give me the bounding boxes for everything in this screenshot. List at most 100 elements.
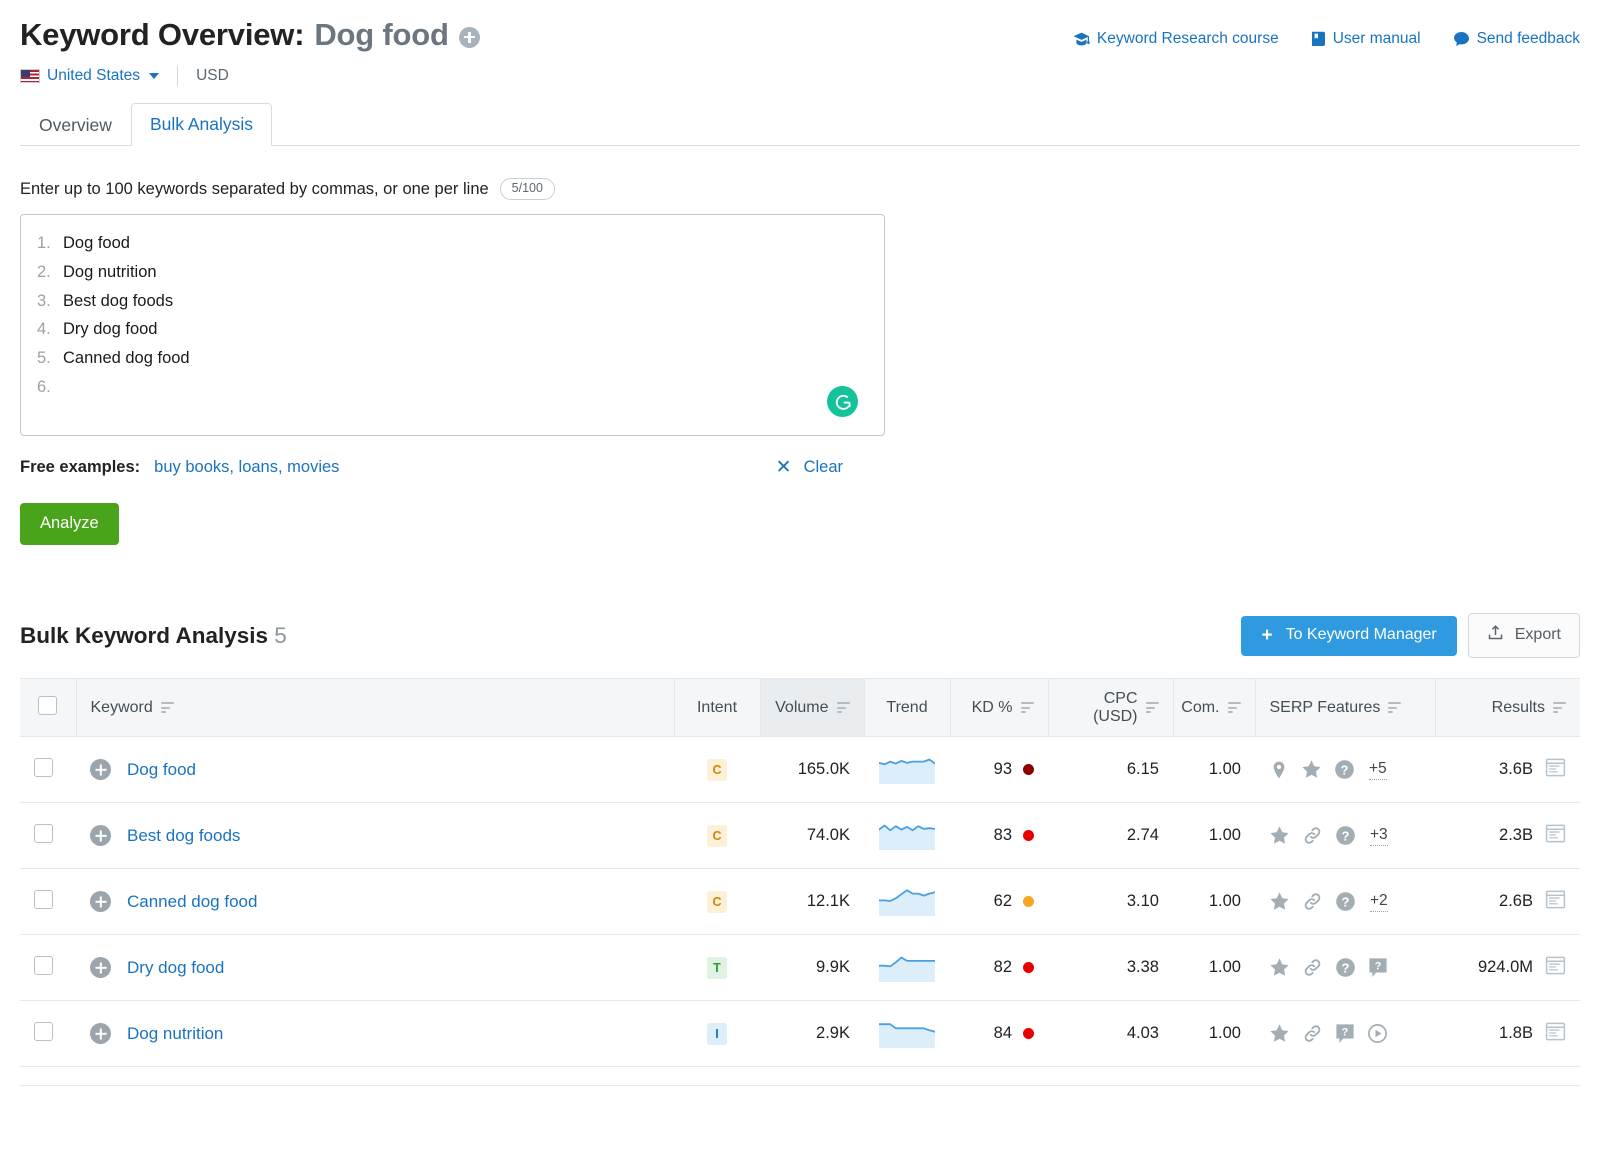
competition-cell: 1.00 bbox=[1173, 868, 1255, 936]
sort-icon[interactable] bbox=[1020, 702, 1034, 713]
header-keyword[interactable]: Keyword bbox=[76, 678, 675, 738]
trend-sparkline bbox=[878, 956, 936, 986]
header-cpc[interactable]: CPC (USD) bbox=[1048, 678, 1174, 738]
intent-badge[interactable]: C bbox=[707, 890, 727, 913]
chevron-down-icon bbox=[149, 73, 160, 80]
kd-cell: 83 bbox=[950, 802, 1048, 870]
competition-cell: 1.00 bbox=[1173, 736, 1255, 804]
serp-page-icon[interactable] bbox=[1545, 955, 1566, 981]
row-checkbox[interactable] bbox=[34, 823, 53, 843]
star-icon[interactable] bbox=[1269, 825, 1290, 846]
grammarly-g-icon[interactable] bbox=[827, 386, 858, 418]
video-play-icon[interactable] bbox=[1367, 1023, 1388, 1044]
star-icon[interactable] bbox=[1269, 957, 1290, 978]
line-number: 6. bbox=[37, 377, 51, 396]
serp-page-icon[interactable] bbox=[1545, 889, 1566, 915]
row-checkbox[interactable] bbox=[34, 955, 53, 975]
row-select-cell bbox=[20, 802, 76, 870]
link-icon[interactable] bbox=[1302, 1023, 1323, 1044]
add-keyword-icon[interactable] bbox=[90, 1023, 111, 1045]
intent-badge[interactable]: T bbox=[707, 956, 727, 979]
examples-link[interactable]: buy books, loans, movies bbox=[154, 458, 339, 477]
sort-icon[interactable] bbox=[1145, 702, 1159, 713]
sort-icon[interactable] bbox=[1388, 702, 1402, 713]
plus-circle-icon[interactable] bbox=[458, 26, 480, 48]
map-pin-icon[interactable] bbox=[1269, 760, 1289, 780]
volume-cell: 74.0K bbox=[760, 802, 864, 870]
faq-bubble-icon[interactable]: ? bbox=[1368, 957, 1388, 978]
keyword-input-line: 4. Dry dog food bbox=[37, 315, 868, 344]
faq-bubble-icon[interactable]: ? bbox=[1335, 1023, 1355, 1044]
country-selector[interactable]: United States bbox=[20, 67, 160, 85]
close-x-icon: ✕ bbox=[775, 457, 792, 479]
kd-value: 82 bbox=[993, 958, 1012, 977]
row-checkbox[interactable] bbox=[34, 757, 53, 777]
send-feedback-link[interactable]: Send feedback bbox=[1453, 30, 1580, 48]
keyword-cell: Dry dog food bbox=[76, 934, 674, 1002]
star-icon[interactable] bbox=[1269, 891, 1290, 912]
send-feedback-label: Send feedback bbox=[1476, 30, 1580, 47]
clear-button[interactable]: ✕ Clear bbox=[776, 458, 885, 477]
serp-features-cell: ? bbox=[1255, 1000, 1435, 1068]
link-icon[interactable] bbox=[1302, 957, 1323, 978]
row-checkbox[interactable] bbox=[34, 889, 53, 909]
header-kd[interactable]: KD % bbox=[950, 678, 1049, 738]
tab-overview[interactable]: Overview bbox=[20, 104, 131, 146]
header-select-all bbox=[20, 678, 77, 738]
intent-badge[interactable]: C bbox=[707, 758, 727, 781]
sort-icon[interactable] bbox=[1553, 702, 1566, 713]
keyword-link[interactable]: Dog nutrition bbox=[127, 1024, 223, 1044]
upload-icon bbox=[1487, 624, 1504, 646]
row-checkbox[interactable] bbox=[34, 1021, 53, 1041]
user-manual-link[interactable]: User manual bbox=[1311, 30, 1421, 48]
serp-more-count[interactable]: +2 bbox=[1370, 892, 1388, 912]
sort-icon[interactable] bbox=[836, 702, 850, 713]
question-circle-icon[interactable]: ? bbox=[1335, 891, 1356, 912]
cpc-cell: 3.10 bbox=[1048, 868, 1173, 936]
serp-page-icon[interactable] bbox=[1545, 757, 1566, 783]
analyze-button[interactable]: Analyze bbox=[20, 503, 119, 546]
header-volume[interactable]: Volume bbox=[760, 678, 865, 738]
keyword-link[interactable]: Canned dog food bbox=[127, 892, 257, 912]
results-header: Bulk Keyword Analysis 5 + To Keyword Man… bbox=[20, 613, 1580, 659]
intent-badge[interactable]: I bbox=[707, 1022, 727, 1045]
add-keyword-icon[interactable] bbox=[90, 825, 111, 847]
keyword-link[interactable]: Dry dog food bbox=[127, 958, 224, 978]
competition-cell: 1.00 bbox=[1173, 802, 1255, 870]
question-circle-icon[interactable]: ? bbox=[1334, 759, 1355, 780]
header-serp-features[interactable]: SERP Features bbox=[1255, 678, 1436, 738]
keyword-link[interactable]: Best dog foods bbox=[127, 826, 240, 846]
header-links: Keyword Research course User manual Send… bbox=[1073, 18, 1580, 48]
serp-page-icon[interactable] bbox=[1545, 1021, 1566, 1047]
question-circle-icon[interactable]: ? bbox=[1335, 825, 1356, 846]
table-row: Dog nutrition I 2.9K 84 4.03 1.00? 1.8B bbox=[20, 1000, 1580, 1068]
kd-value: 84 bbox=[993, 1024, 1012, 1043]
sort-icon[interactable] bbox=[1227, 702, 1241, 713]
link-icon[interactable] bbox=[1302, 825, 1323, 846]
serp-more-count[interactable]: +5 bbox=[1369, 760, 1387, 780]
header-results[interactable]: Results bbox=[1435, 678, 1580, 738]
serp-features-cell: ? +2 bbox=[1255, 868, 1435, 936]
intent-badge[interactable]: C bbox=[707, 824, 727, 847]
add-keyword-icon[interactable] bbox=[90, 759, 111, 781]
kd-cell: 62 bbox=[950, 868, 1048, 936]
sort-icon[interactable] bbox=[160, 702, 174, 713]
kd-difficulty-dot bbox=[1023, 830, 1034, 842]
star-icon[interactable] bbox=[1301, 759, 1322, 780]
tab-bulk-analysis[interactable]: Bulk Analysis bbox=[130, 103, 273, 147]
add-keyword-icon[interactable] bbox=[90, 957, 111, 979]
question-circle-icon[interactable]: ? bbox=[1335, 957, 1356, 978]
export-button[interactable]: Export bbox=[1467, 613, 1580, 659]
line-number: 5. bbox=[37, 348, 51, 367]
add-keyword-icon[interactable] bbox=[90, 891, 111, 913]
keyword-research-course-link[interactable]: Keyword Research course bbox=[1073, 30, 1279, 48]
header-com[interactable]: Com. bbox=[1173, 678, 1256, 738]
link-icon[interactable] bbox=[1302, 891, 1323, 912]
serp-more-count[interactable]: +3 bbox=[1370, 826, 1388, 846]
to-keyword-manager-button[interactable]: + To Keyword Manager bbox=[1241, 615, 1457, 656]
star-icon[interactable] bbox=[1269, 1023, 1290, 1044]
keyword-link[interactable]: Dog food bbox=[127, 760, 196, 780]
keywords-textarea[interactable]: 1. Dog food 2. Dog nutrition 3. Best dog… bbox=[20, 214, 885, 437]
select-all-checkbox[interactable] bbox=[38, 695, 58, 715]
serp-page-icon[interactable] bbox=[1545, 823, 1566, 849]
